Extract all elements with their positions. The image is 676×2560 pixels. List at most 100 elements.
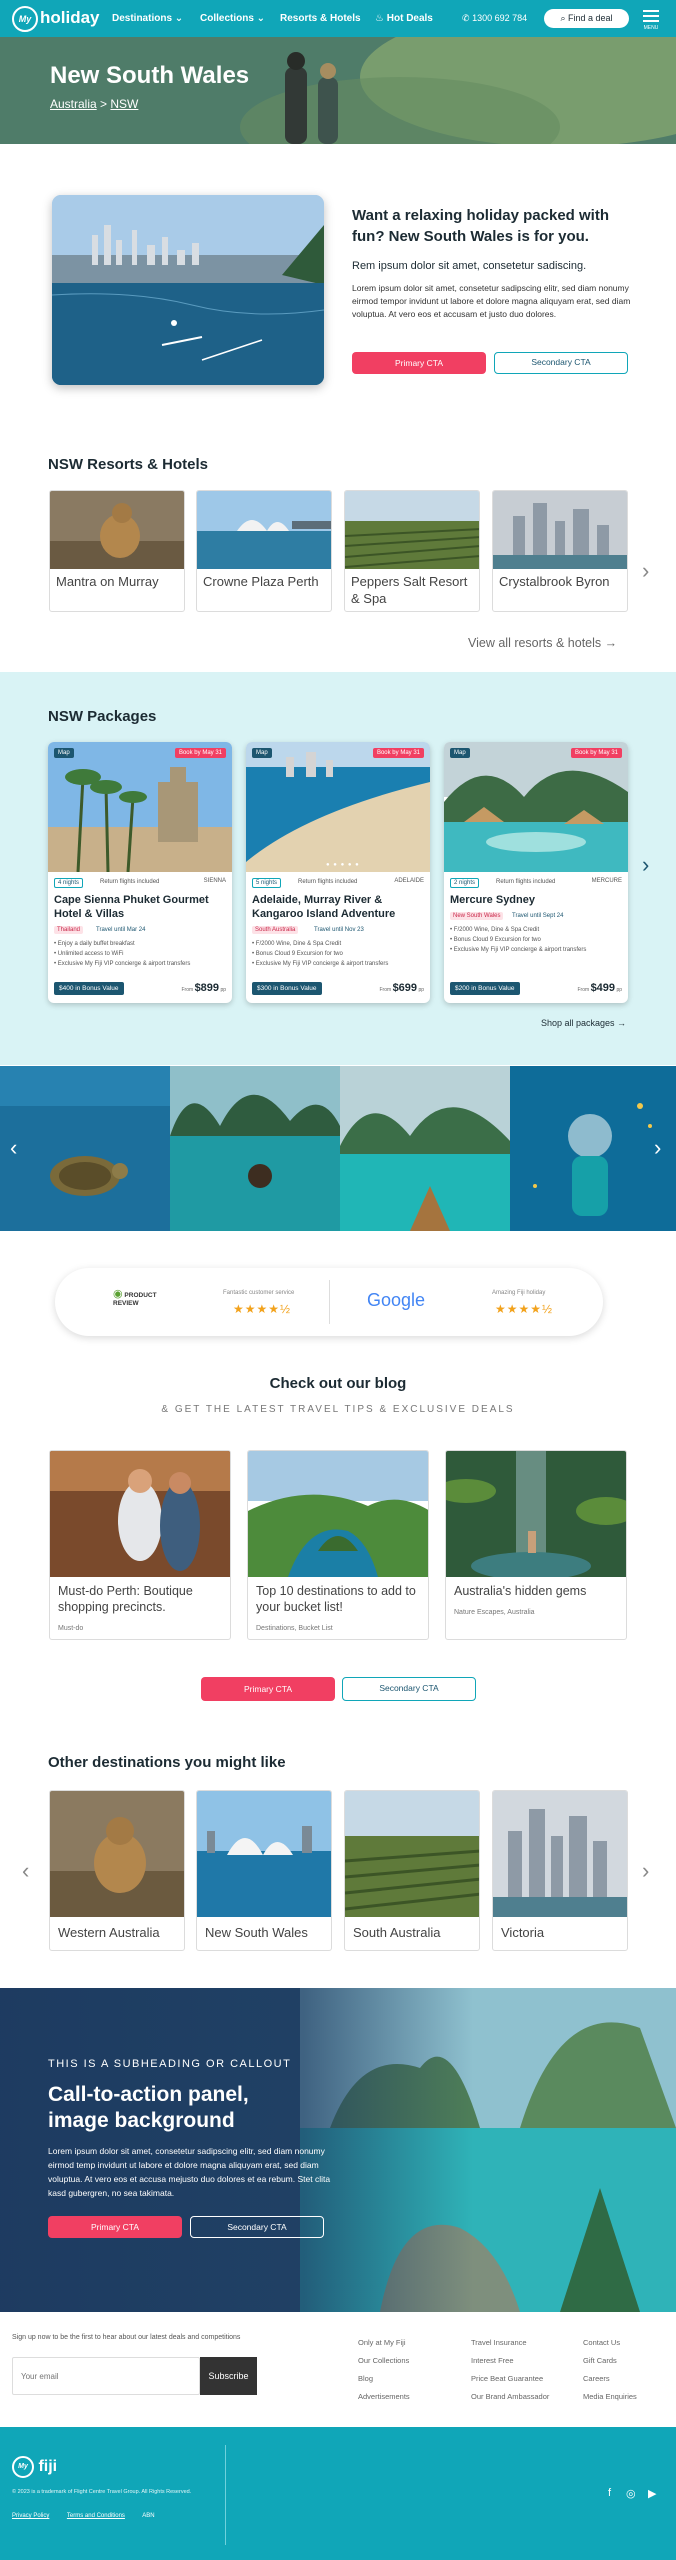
- footer-link[interactable]: Only at My Fiji: [358, 2334, 410, 2352]
- subscribe-button[interactable]: Subscribe: [200, 2357, 257, 2395]
- nav-resorts-hotels[interactable]: Resorts & Hotels: [280, 0, 361, 37]
- footer-link[interactable]: Our Brand Ambassador: [471, 2388, 549, 2406]
- phone-number[interactable]: ✆ 1300 692 784: [462, 0, 527, 37]
- page-title: New South Wales: [50, 62, 250, 89]
- destination-card[interactable]: South Australia: [344, 1790, 480, 1951]
- intro-secondary-cta[interactable]: Secondary CTA: [494, 352, 628, 374]
- resort-card[interactable]: Mantra on Murray: [49, 490, 185, 612]
- destinations-title: Other destinations you might like: [48, 1754, 286, 1771]
- destination-card[interactable]: Western Australia: [49, 1790, 185, 1951]
- copyright: © 2023 is a trademark of Flight Centre T…: [12, 2489, 192, 2495]
- hero-image: [0, 37, 676, 144]
- footer-link[interactable]: Price Beat Guarantee: [471, 2370, 549, 2388]
- google-logo[interactable]: Google: [367, 1290, 425, 1311]
- footer-col-1: Only at My Fiji Our Collections Blog Adv…: [358, 2334, 410, 2406]
- google-rating: ★★★★½: [495, 1302, 554, 1316]
- footer-link[interactable]: Media Enquiries: [583, 2388, 637, 2406]
- cta-primary-button[interactable]: Primary CTA: [48, 2216, 182, 2238]
- destination-card[interactable]: New South Wales: [196, 1790, 332, 1951]
- package-card[interactable]: Map Book by May 31 4 nights Return fligh…: [48, 742, 232, 1003]
- footer-link[interactable]: Blog: [358, 2370, 410, 2388]
- resort-card[interactable]: Peppers Salt Resort & Spa: [344, 490, 480, 612]
- footer-col-3: Contact Us Gift Cards Careers Media Enqu…: [583, 2334, 637, 2406]
- footer-logo[interactable]: My fiji: [12, 2456, 57, 2478]
- resort-card[interactable]: Crowne Plaza Perth: [196, 490, 332, 612]
- shop-all-packages-link[interactable]: Shop all packages →: [541, 1018, 626, 1028]
- blog-card[interactable]: Top 10 destinations to add to your bucke…: [247, 1450, 429, 1640]
- gallery-image-turtle: [0, 1066, 170, 1231]
- resort-card[interactable]: Crystalbrook Byron: [492, 490, 628, 612]
- cta-panel: THIS IS A SUBHEADING OR CALLOUT Call-to-…: [0, 1988, 676, 2312]
- resorts-title: NSW Resorts & Hotels: [48, 456, 209, 473]
- cta-secondary-button[interactable]: Secondary CTA: [190, 2216, 324, 2238]
- cta-body: Lorem ipsum dolor sit amet, consetetur s…: [48, 2146, 331, 2198]
- intro-primary-cta[interactable]: Primary CTA: [352, 352, 486, 374]
- intro-body: Lorem ipsum dolor sit amet, consetetur s…: [352, 283, 631, 319]
- breadcrumb-nsw[interactable]: NSW: [110, 97, 138, 111]
- product-review-icon: ◉: [113, 1288, 123, 1300]
- destinations-next-arrow-icon[interactable]: ›: [642, 1858, 649, 1884]
- packages-next-arrow-icon[interactable]: ›: [642, 852, 649, 878]
- intro-heading: Want a relaxing holiday packed with fun?…: [352, 207, 609, 245]
- blog-subtitle: & GET THE LATEST TRAVEL TIPS & EXCLUSIVE…: [161, 1404, 515, 1415]
- product-review-rating: ★★★★½: [233, 1302, 292, 1316]
- resorts-next-arrow-icon[interactable]: ›: [642, 558, 649, 584]
- site-header: My holiday Destinations ⌄ Collections ⌄ R…: [0, 0, 676, 37]
- carousel-dots[interactable]: ● ● ● ● ●: [326, 862, 360, 868]
- packages-title: NSW Packages: [48, 708, 157, 725]
- footer-link[interactable]: Our Collections: [358, 2352, 410, 2370]
- email-input[interactable]: [12, 2357, 200, 2395]
- menu-button[interactable]: MENU: [641, 7, 661, 31]
- breadcrumb: Australia > NSW: [50, 97, 139, 111]
- nav-destinations[interactable]: Destinations ⌄: [112, 0, 183, 37]
- footer-link[interactable]: Careers: [583, 2370, 637, 2388]
- legal-links: Privacy Policy Terms and Conditions ABN: [12, 2513, 155, 2519]
- facebook-icon[interactable]: f: [608, 2487, 611, 2499]
- footer-links: Sign up now to be the first to hear abou…: [0, 2312, 676, 2427]
- package-card[interactable]: Map Book by May 31 2 nights Return fligh…: [444, 742, 628, 1003]
- hero-banner: New South Wales Australia > NSW: [0, 37, 676, 144]
- package-inclusions: • F/2000 Wine, Dine & Spa Credit • Bonus …: [450, 927, 587, 953]
- youtube-icon[interactable]: ▶: [648, 2487, 656, 2500]
- cta-title: Call-to-action panel, image background: [48, 2083, 249, 2132]
- blog-secondary-cta[interactable]: Secondary CTA: [342, 1677, 476, 1701]
- gallery-image-boat: [340, 1066, 510, 1231]
- destination-card[interactable]: Victoria: [492, 1790, 628, 1951]
- view-all-resorts-link[interactable]: View all resorts & hotels →: [468, 636, 617, 650]
- blog-card[interactable]: Australia's hidden gems Nature Escapes, …: [445, 1450, 627, 1640]
- footer-link[interactable]: Advertisements: [358, 2388, 410, 2406]
- instagram-icon[interactable]: ◎: [626, 2487, 636, 2500]
- package-card[interactable]: Map Book by May 31 ● ● ● ● ● 5 nights Re…: [246, 742, 430, 1003]
- nav-collections[interactable]: Collections ⌄: [200, 0, 265, 37]
- flame-icon: ♨: [375, 13, 384, 24]
- footer-bottom: My fiji © 2023 is a trademark of Flight …: [0, 2427, 676, 2560]
- intro-image: [52, 195, 324, 385]
- breadcrumb-australia[interactable]: Australia: [50, 97, 97, 111]
- gallery-next-arrow-icon[interactable]: ›: [654, 1135, 661, 1161]
- footer-link[interactable]: Gift Cards: [583, 2352, 637, 2370]
- reviews-strip: ◉ PRODUCT REVIEW Fantastic customer serv…: [55, 1268, 603, 1336]
- gallery-image-snorkeler: [510, 1066, 676, 1231]
- footer-link[interactable]: Interest Free: [471, 2352, 549, 2370]
- package-inclusions: • Enjoy a daily buffet breakfast • Unlimi…: [54, 941, 191, 967]
- signup-text: Sign up now to be the first to hear abou…: [12, 2334, 241, 2341]
- phone-icon: ✆: [462, 13, 470, 23]
- reviews-divider: [329, 1280, 330, 1324]
- cta-kicker: THIS IS A SUBHEADING OR CALLOUT: [48, 2058, 292, 2070]
- gallery-prev-arrow-icon[interactable]: ‹: [10, 1135, 17, 1161]
- footer-link[interactable]: Contact Us: [583, 2334, 637, 2352]
- gallery-image-swimmer: [170, 1066, 340, 1231]
- blog-card[interactable]: Must-do Perth: Boutique shopping precinc…: [49, 1450, 231, 1640]
- product-review-logo[interactable]: ◉ PRODUCT REVIEW: [113, 1288, 177, 1308]
- destinations-prev-arrow-icon[interactable]: ‹: [22, 1858, 29, 1884]
- blog-title: Check out our blog: [269, 1375, 407, 1392]
- footer-link[interactable]: Travel Insurance: [471, 2334, 549, 2352]
- nav-hot-deals[interactable]: ♨ Hot Deals: [375, 0, 433, 37]
- intro-subheading: Rem ipsum dolor sit amet, consetetur sad…: [352, 260, 587, 272]
- find-deal-button[interactable]: ⌕ Find a deal: [544, 9, 629, 28]
- footer-col-2: Travel Insurance Interest Free Price Bea…: [471, 2334, 549, 2406]
- package-inclusions: • F/2000 Wine, Dine & Spa Credit • Bonus …: [252, 941, 389, 967]
- site-logo[interactable]: My holiday: [12, 4, 100, 32]
- footer-divider: [225, 2445, 226, 2545]
- blog-primary-cta[interactable]: Primary CTA: [201, 1677, 335, 1701]
